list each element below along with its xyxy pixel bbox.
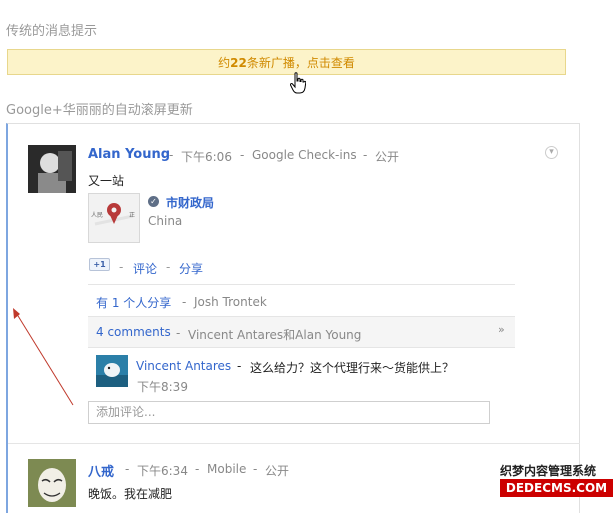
place-map-thumbnail[interactable]: 人民 正 [88,193,140,243]
notice-suffix: 条新广播，点击查看 [246,56,355,70]
meta-separator: - [176,326,181,340]
post-text: 又一站 [88,174,125,188]
post-visibility[interactable]: 公开 [265,462,289,479]
divider [88,284,515,285]
meta-separator: - [195,462,200,476]
post-menu-chevron-icon[interactable]: ▾ [545,146,558,159]
annotation-arrow-icon [13,308,74,406]
post-source[interactable]: Google Check-ins [252,148,357,162]
watermark-text: 织梦内容管理系统 [500,464,597,478]
comments-count-link[interactable]: 4 comments [96,325,171,339]
section-title-traditional: 传统的消息提示 [6,24,98,39]
watermark-domain: DEDECMS.COM [500,479,613,497]
meta-separator: - [182,295,187,309]
post-time[interactable]: 下午6:34 [137,462,188,479]
hand-cursor-icon [290,72,306,94]
post-time[interactable]: 下午6:06 [181,148,232,165]
post-author-name[interactable]: 八戒 [88,461,114,480]
add-comment-input[interactable]: 添加评论... [88,401,490,424]
avatar-alan-young[interactable] [28,145,76,193]
post-text: 晚饭。我在减肥 [88,487,173,501]
commenters-names: Vincent Antares和Alan Young [188,328,362,342]
place-name[interactable]: 市财政局 [166,194,214,211]
comment-author-name[interactable]: Vincent Antares [136,359,231,373]
action-separator: - [166,260,171,274]
action-separator: - [119,260,124,274]
map-label: 正 [129,212,136,219]
notice-prefix: 约 [218,56,231,70]
sharer-name[interactable]: Josh Trontek [194,295,267,309]
collapse-chevron-icon[interactable]: » [498,323,505,336]
share-link[interactable]: 分享 [179,260,203,277]
comment-separator: - [237,359,242,373]
watermark-logo: 织梦内容管理系统 DEDECMS.COM [500,462,613,500]
notice-count: 22 [230,56,247,70]
meta-separator: - [253,462,258,476]
verified-check-icon: ✓ [148,196,159,207]
plus-one-button[interactable]: +1 [89,258,110,271]
avatar-vincent-antares[interactable] [96,355,128,387]
comment-time[interactable]: 下午8:39 [137,378,188,395]
divider [8,443,580,444]
comments-summary-bar[interactable]: 4 comments - Vincent Antares和Alan Young … [88,316,515,348]
place-country: China [148,214,183,228]
post-author-name[interactable]: Alan Young [88,147,170,162]
comment-text: 这么给力？这个代理行来～货能供上？ [250,361,455,375]
meta-separator: - [363,148,368,162]
shares-count-link[interactable]: 有 1 个人分享 [96,294,171,311]
post-source[interactable]: Mobile [207,462,246,476]
new-posts-notice[interactable]: 约22条新广播，点击查看 [7,49,566,75]
meta-separator: - [125,462,130,476]
meta-separator: - [169,148,174,162]
comment-link[interactable]: 评论 [133,260,157,277]
map-label: 人民 [91,212,104,219]
meta-separator: - [240,148,245,162]
post-visibility[interactable]: 公开 [375,148,399,165]
section-title-auto-scroll: Google+华丽丽的自动滚屏更新 [6,103,193,118]
